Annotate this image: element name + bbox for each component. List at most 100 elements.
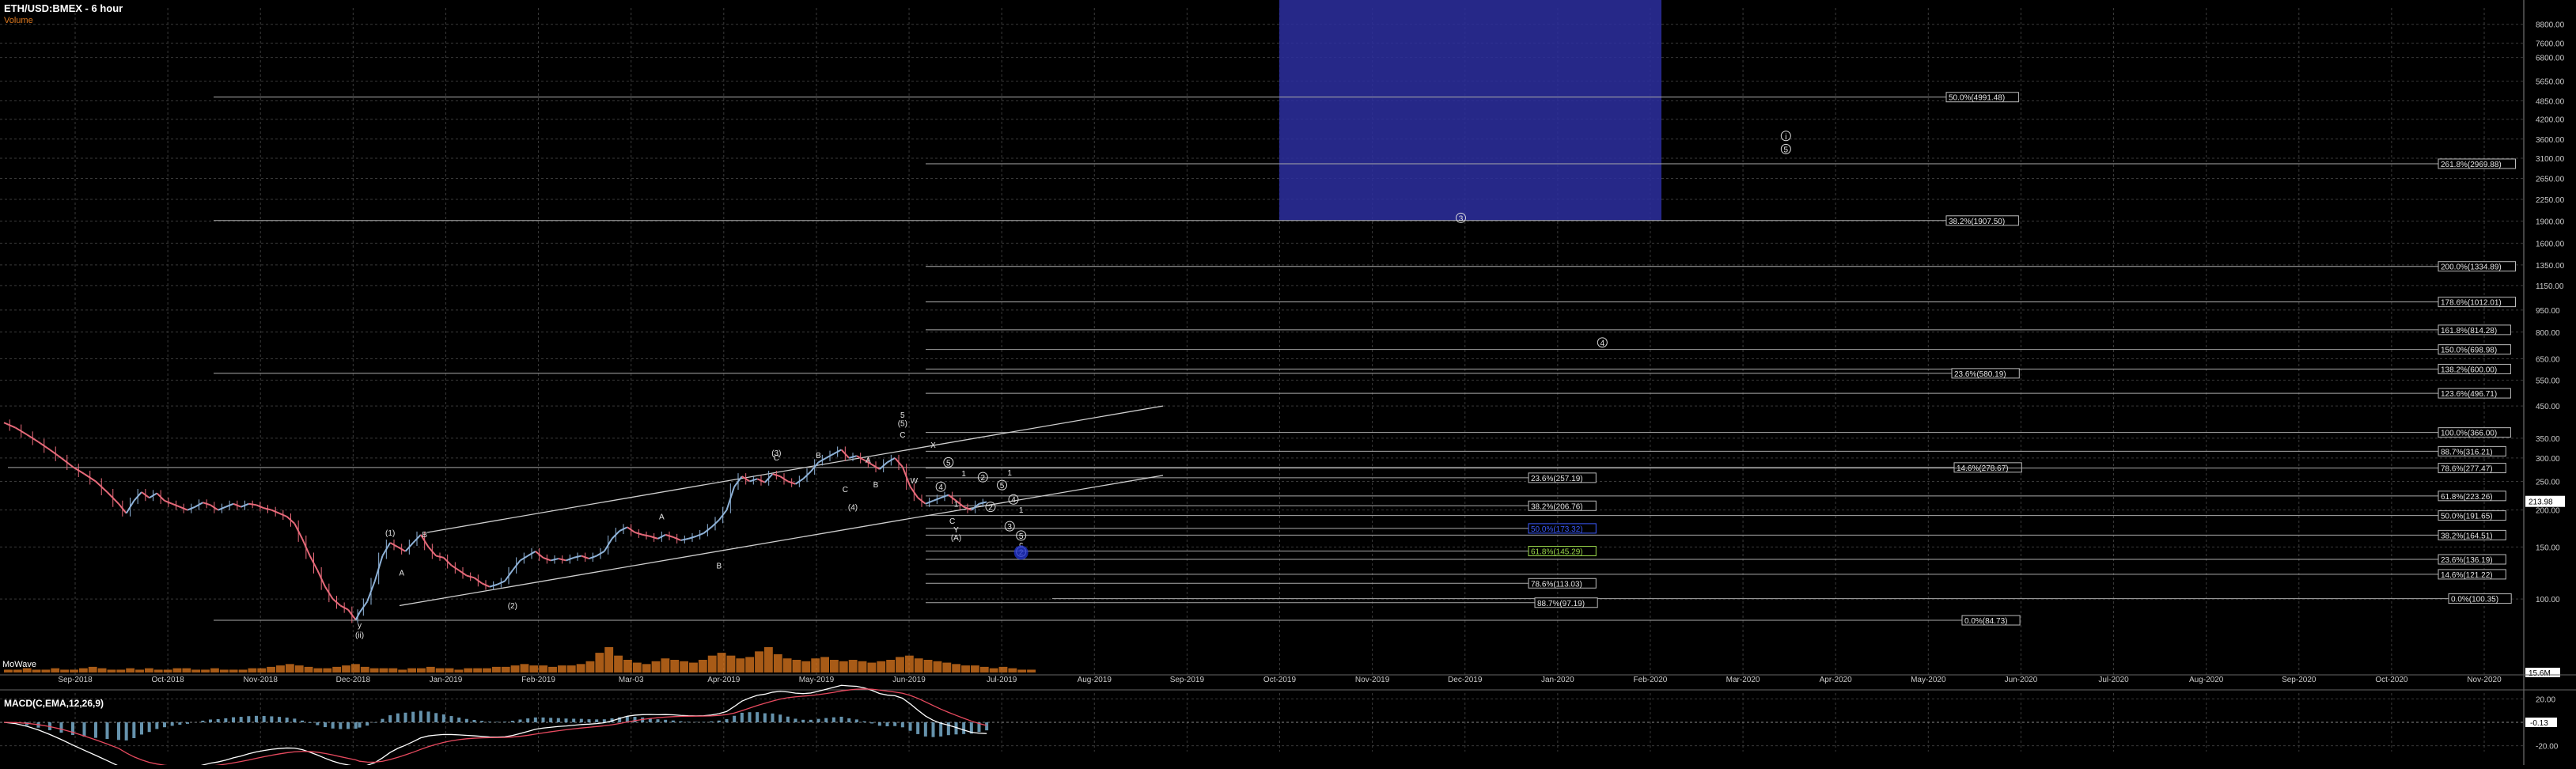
x-tick-label: Aug-2020 xyxy=(2189,676,2224,684)
macd-histogram-bar xyxy=(434,713,438,722)
volume-bar xyxy=(614,656,623,672)
volume-bar xyxy=(173,669,182,672)
volume-bar xyxy=(98,669,107,672)
wave-label: 2 xyxy=(981,474,986,483)
wave-label: X xyxy=(930,441,936,450)
macd-histogram-bar xyxy=(939,722,942,737)
y-tick-label: 3600.00 xyxy=(2536,136,2565,145)
volume-bar xyxy=(473,669,482,672)
y-tick-label: 4850.00 xyxy=(2536,97,2565,106)
wave-label: 1 xyxy=(954,501,959,510)
volume-bar xyxy=(896,657,904,672)
volume-bar xyxy=(849,660,858,672)
x-tick-label: Feb-2020 xyxy=(1634,676,1668,684)
macd-histogram-bar xyxy=(909,722,912,731)
macd-histogram-bar xyxy=(373,722,377,723)
fib-level-label: 61.8%(145.29) xyxy=(1531,548,1583,557)
macd-histogram-bar xyxy=(741,713,744,722)
macd-histogram-bar xyxy=(932,722,935,737)
x-tick-label: May-2019 xyxy=(799,676,835,684)
macd-histogram-bar xyxy=(886,722,889,726)
fib-level-label: 78.6%(277.47) xyxy=(2441,465,2493,474)
wave-label: B xyxy=(422,531,427,540)
chart-svg[interactable]: Sep-2018Oct-2018Nov-2018Dec-2018Jan-2019… xyxy=(0,0,2576,765)
macd-histogram-bar xyxy=(763,714,767,722)
wave-label: C xyxy=(949,517,955,526)
volume-bar xyxy=(116,669,125,672)
volume-bar xyxy=(220,669,229,672)
volume-bar xyxy=(764,647,773,672)
volume-bar xyxy=(539,665,547,672)
volume-bar xyxy=(417,669,426,672)
x-tick-label: Sep-2019 xyxy=(1170,676,1205,684)
volume-bar xyxy=(32,669,41,672)
x-tick-label: May-2020 xyxy=(1911,676,1946,684)
macd-histogram-bar xyxy=(255,716,258,722)
macd-histogram-bar xyxy=(347,722,350,729)
macd-histogram-bar xyxy=(557,718,560,722)
wave-label: B xyxy=(816,452,821,460)
macd-histogram-bar xyxy=(924,722,927,737)
macd-histogram-bar xyxy=(60,722,63,733)
macd-histogram-bar xyxy=(427,711,430,722)
macd-histogram-bar xyxy=(209,719,212,722)
wave-label: A xyxy=(659,513,665,521)
macd-histogram-bar xyxy=(771,714,775,722)
volume-bar xyxy=(521,664,529,672)
volume-bar xyxy=(257,669,266,672)
fib-level-label: 14.6%(121.22) xyxy=(2441,571,2493,580)
macd-histogram-bar xyxy=(824,718,828,722)
fib-level-label: 161.8%(814.28) xyxy=(2441,327,2497,335)
wave-label: (A) xyxy=(951,534,961,543)
y-tick-label: 2250.00 xyxy=(2536,196,2565,205)
volume-bar xyxy=(332,667,341,672)
volume-bar xyxy=(351,664,360,672)
y-tick-label: 1600.00 xyxy=(2536,240,2565,248)
volume-bar xyxy=(877,661,885,672)
macd-histogram-bar xyxy=(301,721,304,722)
x-tick-label: Jan-2019 xyxy=(430,676,463,684)
volume-bar xyxy=(633,663,642,672)
x-tick-label: Dec-2018 xyxy=(336,676,371,684)
x-tick-label: Nov-2018 xyxy=(244,676,278,684)
macd-histogram-bar xyxy=(565,718,568,722)
fib-level-label: 88.7%(97.19) xyxy=(1537,600,1585,608)
x-tick-label: Aug-2019 xyxy=(1078,676,1112,684)
fib-level-label: 0.0%(84.73) xyxy=(1964,617,2007,626)
volume-bar xyxy=(990,669,998,672)
volume-bar xyxy=(999,667,1008,672)
y-tick-label: 300.00 xyxy=(2536,455,2560,464)
fib-level-label: 23.6%(580.19) xyxy=(1954,370,2006,379)
fib-level-label: 38.2%(206.76) xyxy=(1531,502,1583,511)
macd-histogram-bar xyxy=(247,716,250,722)
volume-bar xyxy=(924,660,933,672)
volume-bar xyxy=(70,669,78,672)
wave-label: 3 xyxy=(1007,523,1012,532)
volume-bar xyxy=(51,669,59,672)
macd-histogram-bar xyxy=(324,722,327,727)
volume-bar xyxy=(210,669,219,672)
chart-area[interactable]: Sep-2018Oct-2018Nov-2018Dec-2018Jan-2019… xyxy=(0,0,2576,765)
x-tick-label: Mar-03 xyxy=(619,676,644,684)
wave-label: 5 xyxy=(1784,146,1789,154)
volume-bar xyxy=(305,667,313,672)
volume-bar xyxy=(398,669,407,672)
macd-histogram-bar xyxy=(316,722,319,725)
volume-legend: Volume xyxy=(4,16,33,25)
volume-bar xyxy=(145,669,153,672)
target-zone xyxy=(1279,0,1661,221)
volume-bar xyxy=(595,653,604,672)
volume-bar xyxy=(483,669,491,672)
wave-label: (4) xyxy=(848,504,858,513)
volume-bar xyxy=(755,651,763,672)
wave-label: 1 xyxy=(1019,506,1024,515)
volume-bar xyxy=(154,669,163,672)
macd-histogram-bar xyxy=(901,722,904,727)
volume-bar xyxy=(267,667,275,672)
macd-histogram-bar xyxy=(786,717,790,722)
volume-bar xyxy=(820,657,829,672)
wave-label: A xyxy=(399,570,404,578)
y-tick-label: 450.00 xyxy=(2536,403,2560,411)
wave-label: B xyxy=(716,562,722,570)
volume-bar xyxy=(774,654,782,672)
